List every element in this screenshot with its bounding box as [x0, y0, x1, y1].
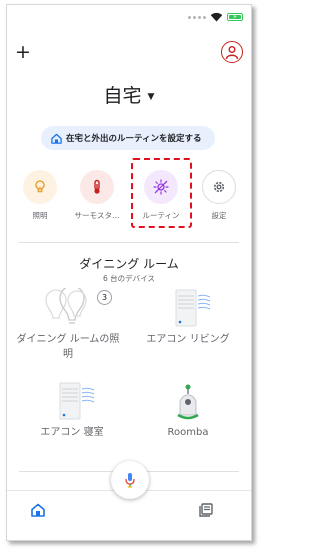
thermometer-icon	[94, 179, 100, 194]
routine-setup-chip[interactable]: 在宅と外出のルーティンを設定する	[41, 126, 215, 150]
routine-highlight-box	[131, 158, 192, 228]
device-label: Roomba	[167, 427, 209, 438]
caret-down-icon: ▼	[147, 91, 155, 102]
feed-tab-icon[interactable]	[199, 503, 213, 517]
device-tile-ac-bedroom[interactable]: エアコン 寝室	[13, 381, 131, 440]
shortcut-label: 照明	[32, 211, 48, 220]
light-group-icon	[45, 288, 87, 324]
device-label: エアコン リビング	[146, 334, 230, 345]
home-selector[interactable]: 自宅 ▼	[7, 81, 251, 108]
mic-button[interactable]	[111, 461, 149, 499]
status-bar: ⚡	[188, 10, 243, 24]
account-avatar[interactable]	[221, 41, 243, 63]
person-icon	[225, 46, 239, 59]
robot-vacuum-icon	[177, 384, 199, 420]
shortcut-label: 設定	[211, 211, 227, 220]
shortcut-settings[interactable]: 設定	[189, 170, 249, 221]
device-label: ダイニング ルームの照明	[16, 334, 120, 360]
home-icon	[51, 133, 62, 144]
device-label: エアコン 寝室	[40, 427, 104, 438]
chip-label: 在宅と外出のルーティンを設定する	[66, 134, 202, 144]
home-tab-icon[interactable]	[31, 503, 45, 517]
shortcut-thermostat[interactable]: サーモスタ…	[67, 170, 127, 221]
device-tile-ac-living[interactable]: エアコン リビング	[129, 288, 247, 347]
room-device-count: 6 台のデバイス	[103, 274, 155, 283]
wifi-icon	[210, 12, 223, 22]
room-title[interactable]: ダイニング ルーム	[7, 255, 251, 272]
add-button[interactable]: +	[15, 43, 31, 62]
signal-icon	[188, 15, 206, 19]
shortcut-lights[interactable]: 照明	[10, 170, 70, 221]
device-tile-dining-lights[interactable]: 3 ダイニング ルームの照明	[13, 288, 123, 362]
lightbulb-icon	[35, 180, 45, 193]
gear-icon	[213, 181, 225, 193]
battery-icon: ⚡	[227, 13, 243, 21]
device-count-badge: 3	[97, 290, 112, 305]
air-conditioner-icon	[59, 382, 95, 420]
app-screen: ⚡ + 自宅 ▼ 在宅と外出のルーティンを設定する 照明 サーモスタ… ルーティ…	[6, 4, 252, 541]
shortcut-label: サーモスタ…	[74, 211, 120, 220]
device-tile-roomba[interactable]: Roomba	[131, 381, 245, 440]
air-conditioner-icon	[175, 289, 211, 327]
microphone-icon	[125, 473, 135, 488]
home-title: 自宅	[103, 85, 142, 107]
divider	[19, 242, 239, 243]
